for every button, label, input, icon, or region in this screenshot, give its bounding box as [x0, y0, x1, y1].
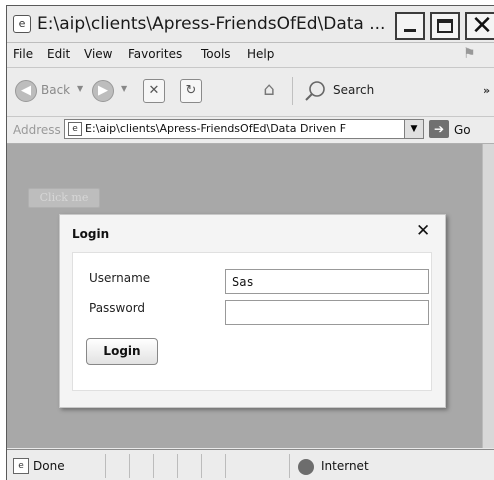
ie-page-icon: e — [13, 15, 31, 33]
menu-file[interactable]: File — [13, 47, 33, 61]
username-label: Username — [89, 271, 151, 285]
status-divider — [201, 454, 202, 478]
menu-favorites[interactable]: Favorites — [128, 47, 182, 61]
title-bar[interactable]: e E:\aip\clients\Apress-FriendsOfEd\Data… — [7, 6, 494, 43]
status-bar: e Done Internet — [7, 449, 494, 480]
minimize-button[interactable] — [395, 12, 425, 40]
go-button-label[interactable]: Go — [454, 123, 471, 137]
password-input[interactable] — [225, 300, 429, 325]
status-divider — [105, 454, 106, 478]
toolbar: ◀ Back ▼ ▶ ▼ ✕ ↻ ⌂ Search » — [7, 68, 494, 117]
forward-arrow-icon[interactable]: ▶ — [92, 80, 114, 102]
menu-bar: File Edit View Favorites Tools Help ⚑ — [7, 43, 494, 68]
security-zone-label: Internet — [321, 459, 369, 473]
click-me-button[interactable]: Click me — [28, 188, 100, 208]
menu-view[interactable]: View — [84, 47, 112, 61]
go-arrow-icon[interactable]: ➔ — [429, 120, 449, 138]
toolbar-more-icon[interactable]: » — [483, 84, 490, 97]
address-input[interactable]: e E:\aip\clients\Apress-FriendsOfEd\Data… — [64, 119, 424, 139]
status-divider — [153, 454, 154, 478]
status-divider — [129, 454, 130, 478]
close-icon: ✕ — [471, 11, 493, 41]
home-icon[interactable]: ⌂ — [257, 78, 281, 102]
address-dropdown-icon[interactable]: ▼ — [404, 119, 424, 139]
search-button-label[interactable]: Search — [333, 83, 374, 97]
login-dialog: Login ✕ Username Password Login — [59, 214, 446, 408]
windows-logo-icon: ⚑ — [463, 46, 476, 62]
status-divider — [289, 454, 290, 478]
internet-globe-icon — [298, 459, 314, 475]
back-arrow-icon[interactable]: ◀ — [15, 80, 37, 102]
address-label: Address — [13, 123, 61, 137]
status-divider — [225, 454, 226, 478]
password-label: Password — [89, 301, 146, 315]
toolbar-divider — [292, 77, 293, 105]
address-value[interactable]: E:\aip\clients\Apress-FriendsOfEd\Data D… — [85, 122, 346, 135]
back-button-label[interactable]: Back — [41, 83, 70, 97]
maximize-button[interactable] — [430, 12, 460, 40]
login-button[interactable]: Login — [86, 338, 158, 365]
status-text: Done — [33, 459, 65, 473]
menu-tools[interactable]: Tools — [201, 47, 231, 61]
done-page-icon: e — [13, 458, 29, 474]
search-icon[interactable] — [303, 79, 327, 103]
address-bar: Address e E:\aip\clients\Apress-FriendsO… — [7, 117, 494, 144]
menu-edit[interactable]: Edit — [47, 47, 70, 61]
menu-help[interactable]: Help — [247, 47, 274, 61]
close-button[interactable]: ✕ — [465, 12, 494, 40]
dialog-title: Login — [72, 227, 110, 241]
page-content: Click me Login ✕ Username Password Login — [7, 144, 482, 448]
username-input[interactable] — [225, 269, 429, 294]
stop-icon[interactable]: ✕ — [143, 79, 165, 103]
refresh-icon[interactable]: ↻ — [180, 79, 202, 103]
window-title: E:\aip\clients\Apress-FriendsOfEd\Data .… — [37, 14, 386, 34]
vertical-scrollbar[interactable] — [482, 144, 494, 448]
browser-window: e E:\aip\clients\Apress-FriendsOfEd\Data… — [6, 5, 494, 480]
forward-dropdown-icon[interactable]: ▼ — [121, 84, 127, 93]
dialog-close-icon[interactable]: ✕ — [416, 221, 430, 241]
back-dropdown-icon[interactable]: ▼ — [77, 84, 83, 93]
login-form: Username Password Login — [72, 252, 432, 391]
status-divider — [177, 454, 178, 478]
page-icon: e — [68, 122, 82, 136]
